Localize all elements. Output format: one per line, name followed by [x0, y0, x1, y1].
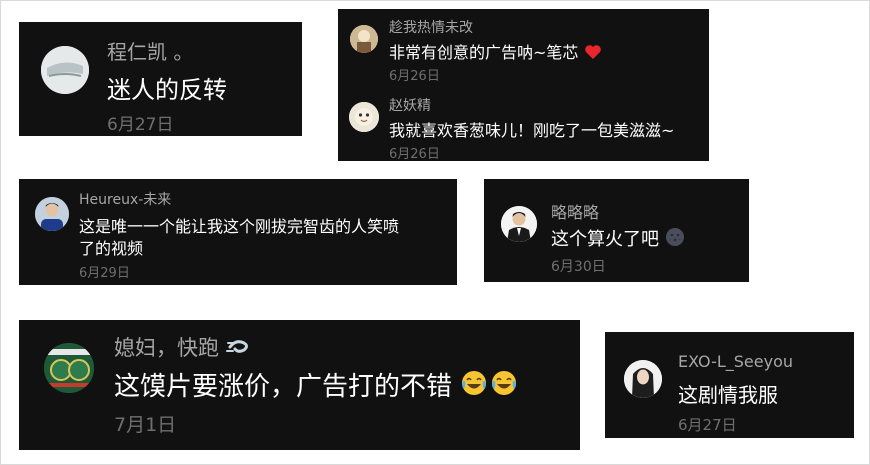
avatar-image-icon [350, 25, 378, 53]
avatar[interactable] [44, 343, 94, 393]
comment-date: 7月1日 [114, 414, 177, 436]
avatar[interactable] [41, 46, 89, 94]
comment-text: 这馍片要涨价，广告打的不错 [114, 366, 520, 403]
face-with-tears-of-joy-icon [460, 369, 520, 397]
comment-date: 6月27日 [107, 115, 174, 135]
commenter-name[interactable]: 赵妖精 [389, 95, 431, 115]
avatar[interactable] [350, 25, 378, 53]
comment-date: 6月27日 [678, 416, 737, 434]
commenter-name[interactable]: Heureux-未来 [79, 189, 171, 209]
commenter-name[interactable]: 程仁凯 。 [107, 36, 193, 65]
comment-card: 媳妇，快跑 这馍片要涨价，广告打的不错 7月1日 [19, 320, 580, 450]
comment-date: 6月26日 [389, 69, 440, 84]
commenter-name[interactable]: EXO-L_Seeyou [678, 352, 793, 371]
comment-card: EXO-L_Seeyou 这剧情我服 6月27日 [605, 332, 854, 438]
commenter-name[interactable]: 略略略 [551, 199, 599, 223]
commenter-name[interactable]: 趁我热情未改 [389, 17, 473, 37]
red-heart-icon [584, 44, 602, 60]
avatar-image-icon [44, 343, 94, 393]
comment-text: 我就喜欢香葱味儿！刚吃了一包美滋滋~ [389, 121, 675, 140]
avatar[interactable] [349, 102, 379, 132]
dashing-away-icon [225, 337, 250, 357]
avatar-image-icon [35, 197, 69, 231]
avatar[interactable] [501, 206, 537, 242]
avatar[interactable] [624, 360, 662, 398]
avatar-image-icon [41, 46, 89, 94]
comment-card: 略略略 这个算火了吧 6月30日 [484, 179, 749, 282]
comment-text: 迷人的反转 [107, 76, 227, 104]
comment-date: 6月30日 [551, 259, 606, 275]
comment-card: 程仁凯 。 迷人的反转 6月27日 [19, 22, 302, 136]
comment-text: 这是唯一一个能让我这个刚拔完智齿的人笑喷 [79, 217, 400, 236]
new-moon-face-icon [665, 227, 685, 247]
comment-date: 6月26日 [389, 147, 440, 162]
avatar[interactable] [35, 197, 69, 231]
comment-text: 非常有创意的广告呐~笔芯 [389, 39, 602, 63]
comment-text: 这剧情我服 [678, 383, 778, 407]
commenter-name[interactable]: 媳妇，快跑 [114, 332, 250, 362]
comment-card: 趁我热情未改 非常有创意的广告呐~笔芯 6月26日 赵妖精 我就喜欢香葱味儿！刚… [338, 9, 709, 162]
avatar-image-icon [501, 206, 537, 242]
avatar-image-icon [349, 102, 379, 132]
comment-card: Heureux-未来 这是唯一一个能让我这个刚拔完智齿的人笑喷 了的视频 6月2… [19, 179, 457, 285]
avatar-image-icon [624, 360, 662, 398]
comment-text-continued: 了的视频 [79, 239, 144, 258]
comment-date: 6月29日 [79, 266, 130, 281]
comment-text: 这个算火了吧 [551, 225, 685, 251]
